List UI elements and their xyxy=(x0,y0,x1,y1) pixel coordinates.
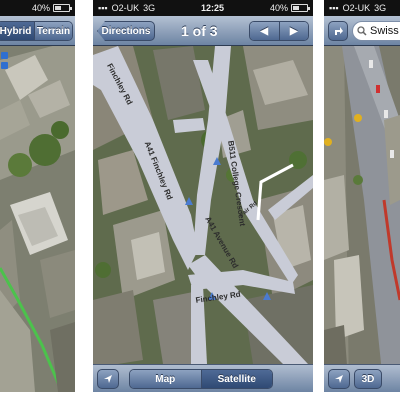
left-map-type-segment: Hybrid Terrain xyxy=(0,21,73,41)
map-view-segment: Map Satellite xyxy=(129,369,273,389)
view-3d-button[interactable]: 3D xyxy=(354,369,382,389)
left-battery-percent: 40% xyxy=(31,3,50,13)
step-counter: 1 of 3 xyxy=(181,23,218,39)
location-arrow-icon xyxy=(104,375,112,383)
center-status-bar: ▪▪▪ O2-UK 3G 12:25 40% xyxy=(93,0,313,16)
right-nav-bar: Swiss xyxy=(324,16,400,46)
left-battery-indicator: 40% xyxy=(31,3,72,13)
left-top-bar: Hybrid Terrain xyxy=(0,16,75,46)
center-phone-screen: Finchley Rd A41 Finchley Rd B511 College… xyxy=(93,0,313,392)
screenshot-collage: 40% Hybrid Terrain Finchley Rd A41 Finch… xyxy=(0,0,400,400)
search-icon xyxy=(357,26,367,36)
carrier-name: O2-UK xyxy=(111,3,140,13)
status-time: 12:25 xyxy=(201,3,225,13)
right-satellite-map[interactable] xyxy=(324,0,400,392)
right-status-bar: ▪▪▪ O2-UK 3G xyxy=(324,0,400,16)
map-tab[interactable]: Map xyxy=(130,370,201,388)
center-battery-indicator: 40% xyxy=(269,3,310,13)
network-type: 3G xyxy=(143,3,156,13)
search-field[interactable]: Swiss xyxy=(352,21,400,41)
right-network-type: 3G xyxy=(374,3,387,13)
center-battery-percent: 40% xyxy=(269,3,288,13)
right-signal-icon: ▪▪▪ xyxy=(329,3,339,13)
right-locate-me-button[interactable] xyxy=(328,369,350,389)
locate-me-button[interactable] xyxy=(97,369,119,389)
left-satellite-map[interactable] xyxy=(0,0,75,392)
satellite-tab[interactable]: Satellite xyxy=(200,370,272,388)
left-pin-marker-icon[interactable] xyxy=(0,50,10,72)
signal-icon: ▪▪▪ xyxy=(98,3,108,13)
right-location-arrow-icon xyxy=(335,375,343,383)
previous-step-icon[interactable]: ◀ xyxy=(250,22,279,40)
search-input-value: Swiss xyxy=(370,25,399,37)
next-step-icon[interactable]: ▶ xyxy=(278,22,308,40)
center-nav-bar: Directions 1 of 3 ◀ ▶ xyxy=(93,16,313,46)
left-battery-icon xyxy=(53,4,72,12)
directions-route-button[interactable] xyxy=(328,21,348,41)
center-battery-icon xyxy=(291,4,310,12)
right-carrier-name: O2-UK xyxy=(342,3,371,13)
hybrid-tab[interactable]: Hybrid xyxy=(0,22,34,40)
terrain-tab[interactable]: Terrain xyxy=(34,22,72,40)
route-turn-icon xyxy=(335,27,343,35)
right-phone-screen: ▪▪▪ O2-UK 3G Swiss 3D xyxy=(324,0,400,392)
center-bottom-toolbar: Map Satellite xyxy=(93,364,313,392)
center-satellite-map[interactable] xyxy=(93,0,313,392)
center-carrier: ▪▪▪ O2-UK 3G xyxy=(98,3,155,13)
left-status-bar: 40% xyxy=(0,0,75,16)
step-navigation: ◀ ▶ xyxy=(249,21,309,41)
left-phone-screen: 40% Hybrid Terrain xyxy=(0,0,75,392)
right-bottom-toolbar: 3D xyxy=(324,364,400,392)
directions-back-button[interactable]: Directions xyxy=(97,21,155,41)
